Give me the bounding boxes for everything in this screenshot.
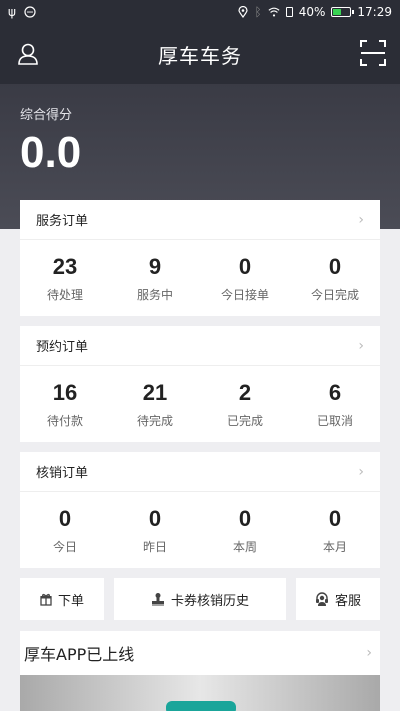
card-title: 预约订单 xyxy=(36,340,89,355)
sim-icon xyxy=(285,7,293,17)
page-title: 厚车车务 xyxy=(158,43,242,68)
stat-today[interactable]: 0 今日 xyxy=(20,492,110,568)
usb-icon: ψ xyxy=(8,5,16,19)
stamp-icon xyxy=(151,593,164,606)
booking-orders-card: 预约订单 › 16 待付款 21 待完成 2 已完成 6 已取消 xyxy=(20,326,380,442)
stat-unpaid[interactable]: 16 待付款 xyxy=(20,366,110,442)
card-title: 服务订单 xyxy=(36,214,89,229)
stat-in-service[interactable]: 9 服务中 xyxy=(110,240,200,316)
stat-today-accepted[interactable]: 0 今日接单 xyxy=(200,240,290,316)
battery-icon xyxy=(331,7,355,17)
chevron-right-icon: › xyxy=(358,211,364,228)
score-label: 综合得分 xyxy=(20,108,73,123)
coupon-history-button[interactable]: 卡券核销历史 xyxy=(114,578,286,620)
service-orders-header[interactable]: 服务订单 › xyxy=(20,200,380,240)
stat-today-completed[interactable]: 0 今日完成 xyxy=(290,240,380,316)
chevron-right-icon: › xyxy=(358,463,364,480)
action-bar: 下单 卡券核销历史 客服 xyxy=(20,578,380,620)
stat-cancelled[interactable]: 6 已取消 xyxy=(290,366,380,442)
stat-to-complete[interactable]: 21 待完成 xyxy=(110,366,200,442)
bluetooth-icon: ᛒ xyxy=(254,5,262,19)
card-title: 核销订单 xyxy=(36,466,89,481)
wifi-icon xyxy=(268,7,280,17)
promo-title: 厚车APP已上线 xyxy=(24,645,135,664)
status-bar: ψ ᛒ 40% 17:29 xyxy=(0,0,400,24)
chevron-right-icon: › xyxy=(366,645,372,661)
battery-percent: 40% xyxy=(298,5,326,19)
booking-orders-header[interactable]: 预约订单 › xyxy=(20,326,380,366)
app-header: 厚车车务 xyxy=(0,24,400,84)
place-order-button[interactable]: 下单 xyxy=(20,578,104,620)
redemption-orders-card: 核销订单 › 0 今日 0 昨日 0 本周 0 本月 xyxy=(20,452,380,568)
service-orders-card: 服务订单 › 23 待处理 9 服务中 0 今日接单 0 今日完成 xyxy=(20,200,380,316)
location-icon xyxy=(237,6,248,18)
chevron-right-icon: › xyxy=(358,337,364,354)
stat-completed[interactable]: 2 已完成 xyxy=(200,366,290,442)
clock: 17:29 xyxy=(357,5,392,19)
user-icon[interactable] xyxy=(14,40,42,68)
score-value: 0.0 xyxy=(20,128,82,177)
customer-service-button[interactable]: 客服 xyxy=(296,578,380,620)
stat-yesterday[interactable]: 0 昨日 xyxy=(110,492,200,568)
redemption-orders-header[interactable]: 核销订单 › xyxy=(20,452,380,492)
notification-icon xyxy=(24,6,36,18)
promo-banner-image xyxy=(20,675,380,711)
gift-icon xyxy=(40,593,52,606)
stat-pending[interactable]: 23 待处理 xyxy=(20,240,110,316)
scan-icon[interactable] xyxy=(358,38,388,68)
headset-icon xyxy=(315,592,328,606)
stat-this-week[interactable]: 0 本周 xyxy=(200,492,290,568)
car-illustration xyxy=(166,701,236,711)
promo-card[interactable]: 厚车APP已上线 › xyxy=(20,631,380,711)
stat-this-month[interactable]: 0 本月 xyxy=(290,492,380,568)
